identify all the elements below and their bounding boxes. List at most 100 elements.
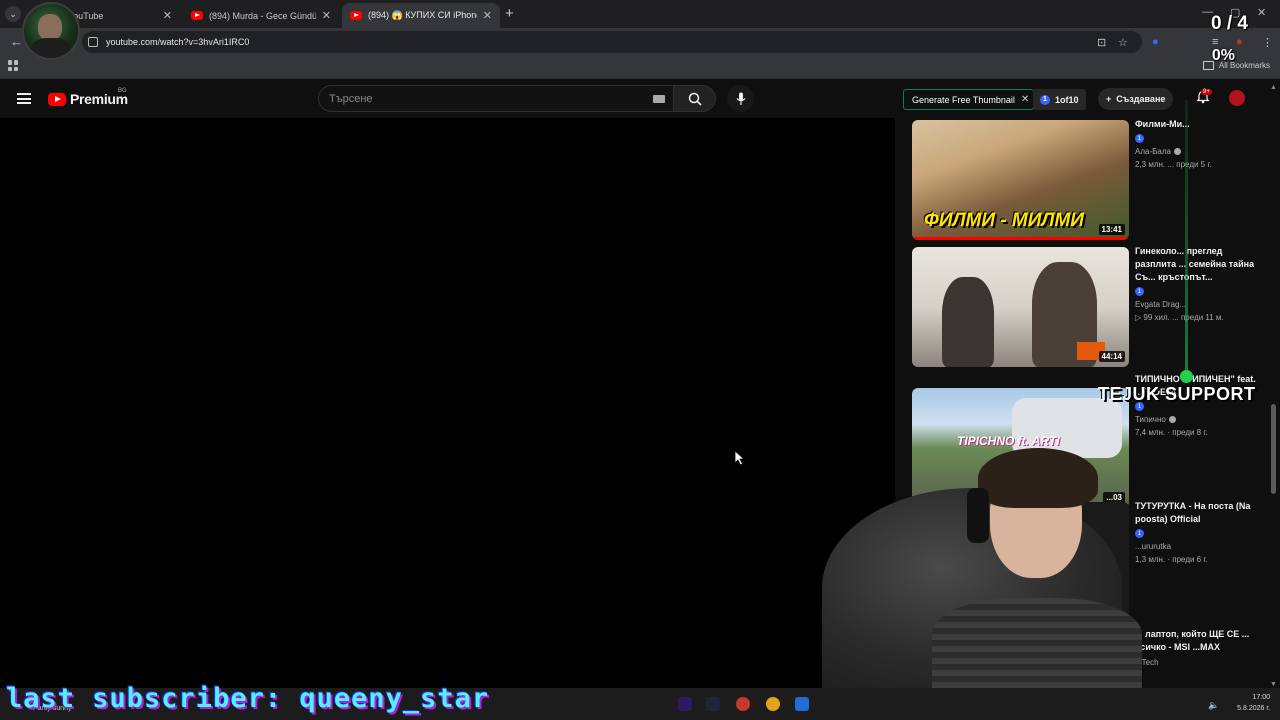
video-stats: 1,3 млн. · преди 6 г.	[1135, 555, 1208, 564]
extension-badge-icon: 1	[1040, 94, 1050, 105]
scroll-up-icon[interactable]: ▲	[1270, 84, 1277, 91]
streamer-webcam	[822, 448, 1152, 688]
youtube-header: Premium BG Generate Free Thumbnail ✕ 1 1…	[0, 80, 1280, 118]
back-icon[interactable]: ←	[10, 34, 23, 49]
video-thumbnail[interactable]: 44:14	[912, 247, 1129, 367]
chrome-icon[interactable]	[766, 697, 780, 711]
streamer-avatar-overlay	[22, 2, 80, 60]
channel-name[interactable]: Evgata Drag...	[1135, 300, 1263, 309]
browser-tab[interactable]: (894) Murda - Gece Gündüz ft. ✕	[183, 3, 339, 28]
channel-name[interactable]: Ала-Бала	[1135, 147, 1263, 156]
channel-name[interactable]: ...ururutka	[1135, 542, 1263, 551]
video-title[interactable]: ... лаптоп, който ЩЕ СЕ ... всичко - MSI…	[1135, 628, 1263, 654]
page-scrollbar[interactable]: ▲ ▼	[1268, 84, 1280, 688]
green-progress-line	[1185, 100, 1188, 378]
video-stats: 2,3 млн. ... преди 5 г.	[1135, 160, 1212, 169]
close-tab-icon[interactable]: ✕	[483, 9, 492, 22]
thumbnail-caption: ФИЛМИ - МИЛМИ	[924, 210, 1084, 231]
person-figure	[942, 277, 994, 367]
menu-icon[interactable]	[17, 93, 31, 104]
country-code: BG	[118, 88, 127, 94]
youtube-logo-icon	[48, 92, 66, 106]
youtube-premium-logo[interactable]: Premium	[48, 91, 128, 107]
channel-name-text: Ала-Бала	[1135, 147, 1171, 156]
tab-counter-label: 1of10	[1055, 94, 1079, 105]
scroll-down-icon[interactable]: ▼	[1270, 681, 1277, 688]
url-text: youtube.com/watch?v=3hvAri1IRC0	[106, 37, 250, 47]
account-avatar[interactable]	[1229, 90, 1245, 106]
bookmark-star-icon[interactable]: ☆	[1118, 36, 1128, 49]
video-title[interactable]: ТУТУРУТКА - На поста (Na poosta) Officia…	[1135, 500, 1263, 526]
watched-progress	[912, 237, 1129, 240]
generate-thumbnail-button[interactable]: Generate Free Thumbnail ✕	[903, 89, 1035, 110]
video-title[interactable]: Филми-Ми...	[1135, 118, 1263, 131]
last-subscriber-overlay: last subscriber: queeny_star	[6, 683, 490, 714]
mouse-cursor-icon	[734, 450, 746, 466]
green-indicator-dot	[1180, 370, 1193, 383]
search-box	[318, 85, 674, 112]
video-meta: ... лаптоп, който ЩЕ СЕ ... всичко - MSI…	[1135, 628, 1263, 667]
browser-tab-strip: ⌄ YouTube ✕ (894) Murda - Gece Gündüz ft…	[0, 0, 1280, 28]
percent-overlay: 0%	[1211, 47, 1235, 64]
search-icon	[688, 92, 702, 106]
youtube-favicon-icon	[191, 11, 203, 20]
video-meta: ТИПИЧНО ... ИПИЧЕН" feat. ... VIDEO] 1 Т…	[1135, 373, 1263, 437]
video-meta: Филми-Ми... 1 Ала-Бала 2,3 млн. ... пред…	[1135, 118, 1263, 169]
steam-icon[interactable]	[706, 697, 720, 711]
streamer-hair	[978, 448, 1098, 508]
tab-search-icon[interactable]: ⌄	[5, 6, 21, 22]
mic-icon	[736, 92, 745, 105]
speaker-icon[interactable]: 🔈	[1208, 700, 1219, 711]
keyboard-icon[interactable]	[653, 94, 665, 103]
obs-icon[interactable]	[736, 697, 750, 711]
new-tab-icon[interactable]: +	[505, 5, 514, 22]
extension-badge-icon: 1	[1135, 287, 1144, 296]
install-app-icon[interactable]: ⊡	[1097, 36, 1106, 49]
channel-name[interactable]: ...Tech	[1135, 658, 1263, 667]
video-thumbnail[interactable]: ФИЛМИ - МИЛМИ 13:41	[912, 120, 1129, 240]
tab-counter-extension[interactable]: 1 1of10	[1033, 89, 1086, 110]
verified-icon	[1168, 416, 1176, 423]
channel-name-text: Типично	[1135, 415, 1166, 424]
close-tab-icon[interactable]: ✕	[322, 9, 331, 22]
youtube-favicon-icon	[350, 11, 362, 20]
duration-badge: 44:14	[1098, 351, 1125, 362]
thumbnail-caption: TIPICHNO ft. ARTI	[957, 434, 1060, 448]
close-icon[interactable]: ✕	[1021, 94, 1029, 105]
close-tab-icon[interactable]: ✕	[163, 9, 172, 22]
premiere-pro-icon[interactable]	[678, 697, 692, 711]
video-player[interactable]	[0, 118, 895, 688]
video-stats: ▷ 99 хил. ... преди 11 м.	[1135, 313, 1224, 322]
search-button[interactable]	[674, 85, 716, 112]
create-button[interactable]: + Създаване	[1098, 88, 1174, 110]
more-menu-icon[interactable]: ⋮	[1262, 36, 1273, 49]
clock-time: 17:00	[1252, 694, 1270, 701]
profile-icon[interactable]: ●	[1236, 36, 1243, 48]
address-bar[interactable]: youtube.com/watch?v=3hvAri1IRC0	[82, 31, 1142, 53]
system-clock[interactable]: 17:00 5.8.2026 г.	[1237, 692, 1270, 714]
voice-search-button[interactable]	[727, 85, 754, 112]
create-label: Създаване	[1116, 94, 1166, 104]
bookmarks-bar: All Bookmarks	[0, 56, 1280, 79]
apps-grid-icon[interactable]	[8, 60, 19, 71]
video-title[interactable]: Гинеколо... преглед разплита ... семейна…	[1135, 245, 1263, 284]
video-stats: 7,4 млн. · преди 8 г.	[1135, 428, 1208, 437]
store-icon[interactable]	[795, 697, 809, 711]
site-info-icon[interactable]	[88, 37, 98, 47]
tab-title: YouTube	[68, 10, 104, 21]
search-input[interactable]	[319, 91, 653, 106]
notification-badge: 9+	[1201, 89, 1212, 95]
browser-tab-active[interactable]: (894) 😱 КУПИХ СИ iPhone 17 ✕	[342, 3, 500, 28]
generate-thumbnail-label: Generate Free Thumbnail	[912, 94, 1015, 105]
address-toolbar: ← youtube.com/watch?v=3hvAri1IRC0 ⊡ ☆ ● …	[0, 28, 1280, 56]
channel-name[interactable]: Типично	[1135, 415, 1263, 424]
scrollbar-thumb[interactable]	[1271, 404, 1276, 494]
plus-icon: +	[1106, 94, 1112, 104]
tab-title: (894) Murda - Gece Gündüz ft.	[209, 10, 316, 21]
verified-icon	[1173, 148, 1181, 155]
video-meta: ТУТУРУТКА - На поста (Na poosta) Officia…	[1135, 500, 1263, 564]
headset	[967, 488, 989, 543]
extension-icon[interactable]: ●	[1152, 36, 1159, 48]
close-window-icon[interactable]: ✕	[1257, 6, 1266, 19]
clock-date: 5.8.2026 г.	[1237, 705, 1270, 712]
